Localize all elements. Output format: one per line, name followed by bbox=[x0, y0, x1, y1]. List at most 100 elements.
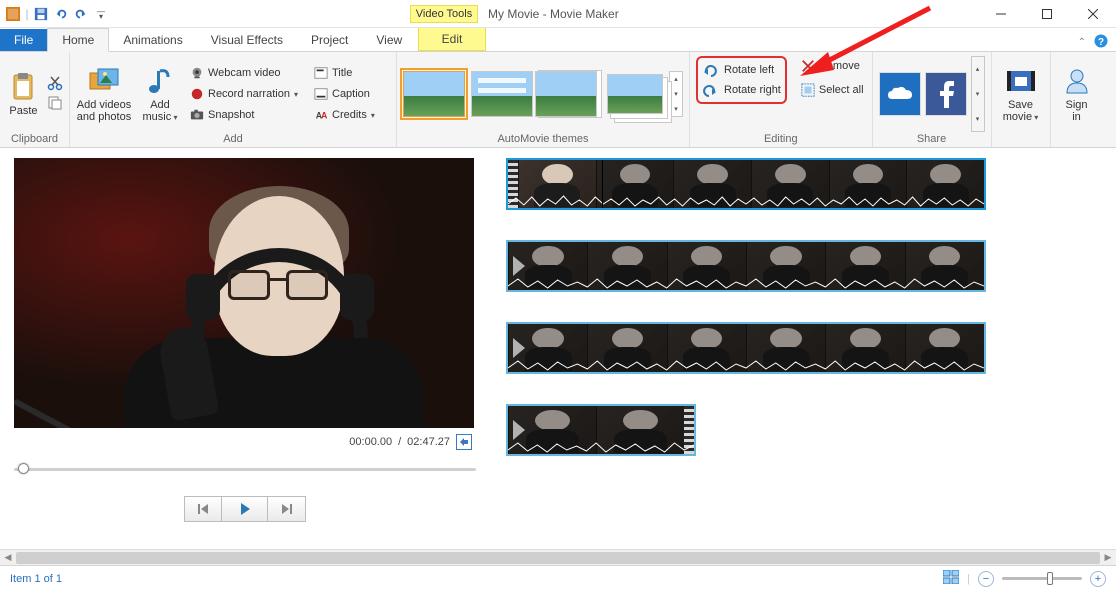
group-editing: Rotate left Rotate right Remove Select a… bbox=[690, 52, 873, 147]
contextual-tab-video-tools: Video Tools bbox=[410, 5, 478, 23]
remove-label: Remove bbox=[819, 60, 860, 72]
horizontal-scrollbar[interactable]: ◀ ▶ bbox=[0, 549, 1116, 565]
group-label-editing: Editing bbox=[696, 132, 866, 145]
fullscreen-icon[interactable] bbox=[456, 434, 472, 450]
add-videos-icon bbox=[88, 65, 120, 97]
remove-button[interactable]: Remove bbox=[799, 56, 866, 76]
credits-label: Credits bbox=[332, 109, 367, 121]
record-label: Record narration bbox=[208, 88, 290, 100]
zoom-out-button[interactable]: − bbox=[978, 571, 994, 587]
quick-access-toolbar: | ―▾ bbox=[0, 5, 110, 23]
tab-home[interactable]: Home bbox=[47, 28, 109, 52]
add-videos-label: Add videos and photos bbox=[77, 99, 131, 123]
record-narration-button[interactable]: Record narration▾ bbox=[188, 84, 306, 104]
group-clipboard: Paste Clipboard bbox=[0, 52, 70, 147]
save-movie-icon bbox=[1005, 65, 1037, 97]
play-button[interactable] bbox=[222, 496, 268, 522]
help-icon[interactable]: ? bbox=[1094, 34, 1108, 51]
group-add: Add videos and photos Add music ▾ Webcam… bbox=[70, 52, 397, 147]
title-label: Title bbox=[332, 67, 352, 79]
rotate-right-button[interactable]: Rotate right bbox=[702, 82, 781, 98]
status-bar: Item 1 of 1 | − + bbox=[0, 565, 1116, 591]
group-save-movie: Save movie ▾ bbox=[992, 52, 1051, 147]
credits-button[interactable]: AACredits▾ bbox=[312, 105, 390, 125]
tab-project[interactable]: Project bbox=[297, 29, 362, 51]
ribbon: Paste Clipboard Add videos and photos Ad… bbox=[0, 52, 1116, 148]
group-share: ▴▾▾ Share bbox=[873, 52, 992, 147]
prev-frame-button[interactable] bbox=[184, 496, 222, 522]
zoom-thumb[interactable] bbox=[1047, 572, 1053, 585]
maximize-button[interactable] bbox=[1024, 0, 1070, 28]
snapshot-button[interactable]: Snapshot bbox=[188, 105, 306, 125]
time-current: 00:00.00 bbox=[349, 436, 392, 448]
group-automovie: ▴▾▾ AutoMovie themes bbox=[397, 52, 690, 147]
divider: | bbox=[24, 5, 30, 23]
tab-animations[interactable]: Animations bbox=[109, 29, 196, 51]
share-facebook-button[interactable] bbox=[925, 72, 967, 116]
sign-in-button[interactable]: Sign in bbox=[1057, 63, 1097, 125]
caption-button[interactable]: Caption bbox=[312, 84, 390, 104]
title-bar: | ―▾ Video Tools My Movie - Movie Maker bbox=[0, 0, 1116, 28]
preview-monitor[interactable] bbox=[14, 158, 474, 428]
theme-contemporary[interactable] bbox=[471, 71, 533, 117]
scroll-left-icon[interactable]: ◀ bbox=[0, 550, 16, 566]
timecode: 00:00.00/02:47.27 bbox=[14, 428, 476, 450]
clip-3[interactable] bbox=[506, 322, 986, 374]
title-button[interactable]: Title bbox=[312, 63, 390, 83]
status-item-text: Item 1 of 1 bbox=[10, 573, 62, 585]
timeline-pane[interactable] bbox=[490, 148, 1116, 556]
caption-label: Caption bbox=[332, 88, 370, 100]
add-videos-photos-button[interactable]: Add videos and photos bbox=[76, 63, 132, 125]
transport-controls bbox=[14, 496, 476, 522]
theme-cinematic[interactable] bbox=[535, 71, 597, 117]
minimize-button[interactable] bbox=[978, 0, 1024, 28]
theme-gallery-more[interactable]: ▴▾▾ bbox=[669, 71, 683, 117]
theme-default[interactable] bbox=[403, 71, 465, 117]
webcam-video-button[interactable]: Webcam video bbox=[188, 63, 306, 83]
scrub-thumb[interactable] bbox=[18, 463, 29, 474]
tab-view[interactable]: View bbox=[362, 29, 416, 51]
tab-visual-effects[interactable]: Visual Effects bbox=[197, 29, 297, 51]
app-icon bbox=[4, 5, 22, 23]
scroll-right-icon[interactable]: ▶ bbox=[1100, 550, 1116, 566]
zoom-in-button[interactable]: + bbox=[1090, 571, 1106, 587]
group-sign-in: Sign in bbox=[1051, 52, 1103, 147]
preview-scrubber[interactable] bbox=[14, 460, 476, 480]
snapshot-label: Snapshot bbox=[208, 109, 254, 121]
ribbon-caret-icon[interactable]: ⌃ bbox=[1078, 37, 1086, 48]
save-movie-label: Save movie ▾ bbox=[1003, 99, 1039, 124]
share-onedrive-button[interactable] bbox=[879, 72, 921, 116]
theme-fade[interactable] bbox=[607, 74, 663, 114]
close-button[interactable] bbox=[1070, 0, 1116, 28]
rotate-left-label: Rotate left bbox=[724, 64, 774, 76]
window-title: My Movie - Movie Maker bbox=[488, 7, 619, 21]
share-gallery-more[interactable]: ▴▾▾ bbox=[971, 56, 985, 132]
timeline-playhead[interactable] bbox=[602, 158, 603, 210]
clip-4[interactable] bbox=[506, 404, 696, 456]
undo-icon[interactable] bbox=[52, 5, 70, 23]
sign-in-label: Sign in bbox=[1066, 99, 1088, 123]
rotate-left-button[interactable]: Rotate left bbox=[702, 62, 781, 78]
window-buttons bbox=[978, 0, 1116, 28]
save-movie-button[interactable]: Save movie ▾ bbox=[998, 63, 1044, 126]
clip-2[interactable] bbox=[506, 240, 986, 292]
clip-1[interactable] bbox=[506, 158, 986, 210]
scroll-thumb[interactable] bbox=[16, 552, 1100, 564]
view-thumbnails-icon[interactable] bbox=[943, 570, 959, 587]
ribbon-tabs: File Home Animations Visual Effects Proj… bbox=[0, 28, 1116, 52]
tab-edit[interactable]: Edit bbox=[418, 28, 486, 51]
redo-icon[interactable] bbox=[72, 5, 90, 23]
cut-icon[interactable] bbox=[47, 75, 63, 94]
zoom-slider[interactable] bbox=[1002, 577, 1082, 580]
paste-button[interactable]: Paste bbox=[6, 69, 41, 119]
rotate-right-label: Rotate right bbox=[724, 84, 781, 96]
copy-icon[interactable] bbox=[47, 95, 63, 114]
qat-more-icon[interactable]: ―▾ bbox=[92, 5, 110, 23]
time-total: 02:47.27 bbox=[407, 436, 450, 448]
save-icon[interactable] bbox=[32, 5, 50, 23]
select-all-button[interactable]: Select all bbox=[799, 80, 866, 100]
tab-file[interactable]: File bbox=[0, 29, 47, 51]
add-music-button[interactable]: Add music ▾ bbox=[138, 63, 182, 126]
next-frame-button[interactable] bbox=[268, 496, 306, 522]
clipboard-icon bbox=[8, 71, 40, 103]
